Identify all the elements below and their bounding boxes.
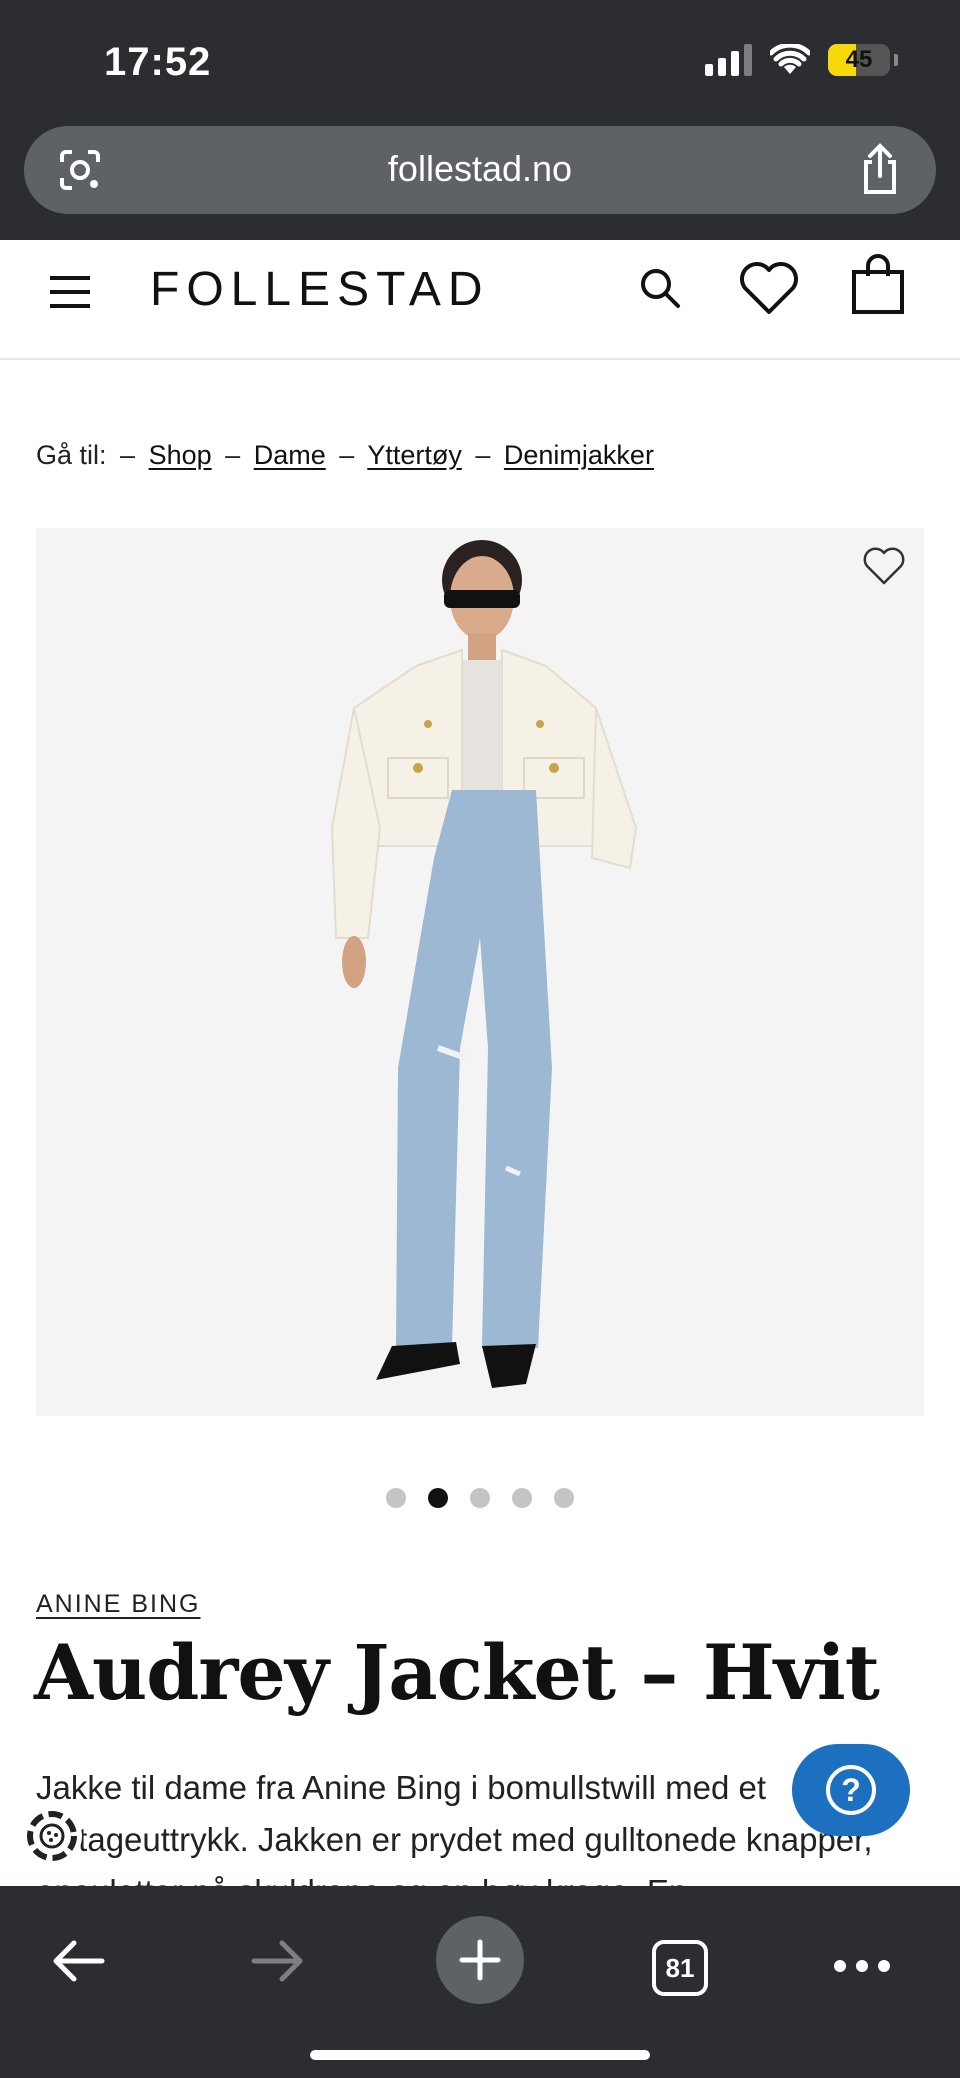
breadcrumb-separator: – <box>475 440 491 470</box>
browser-top-bar: 17:52 45 follestad.no <box>0 0 960 240</box>
breadcrumb-yttertoy[interactable]: Yttertøy <box>367 440 462 470</box>
carousel-dot[interactable] <box>470 1488 490 1508</box>
url-text: follestad.no <box>387 148 573 189</box>
new-tab-button[interactable] <box>436 1916 524 2004</box>
site-header: FOLLESTAD <box>0 240 960 360</box>
home-indicator[interactable] <box>310 2050 650 2060</box>
back-arrow-icon[interactable] <box>48 1936 108 1986</box>
status-icons: 45 <box>705 44 898 76</box>
battery-icon: 45 <box>828 44 890 76</box>
product-photo-model <box>330 540 638 1388</box>
breadcrumb-separator: – <box>225 440 241 470</box>
breadcrumb-separator: – <box>120 440 136 470</box>
breadcrumb-separator: – <box>339 440 355 470</box>
battery-nub <box>894 54 898 66</box>
cookie-settings-icon[interactable] <box>16 1800 88 1872</box>
browser-bottom-toolbar: 81 <box>0 1886 960 2078</box>
battery-percent: 45 <box>845 46 873 73</box>
product-description: Jakke til dame fra Anine Bing i bomullst… <box>36 1769 873 1886</box>
cellular-signal-icon <box>705 44 752 76</box>
carousel-dot[interactable] <box>512 1488 532 1508</box>
breadcrumb-denimjakker[interactable]: Denimjakker <box>504 440 654 470</box>
breadcrumb: Gå til: – Shop – Dame – Yttertøy – Denim… <box>36 440 654 471</box>
address-bar[interactable]: follestad.no <box>24 126 936 214</box>
tab-switcher-button[interactable]: 81 <box>652 1940 708 1996</box>
carousel-pagination <box>0 1488 960 1508</box>
search-icon[interactable] <box>636 264 684 312</box>
carousel-dot[interactable] <box>386 1488 406 1508</box>
plus-icon <box>459 1939 501 1981</box>
breadcrumb-prefix: Gå til: <box>36 440 107 470</box>
hamburger-menu-icon[interactable] <box>48 268 92 312</box>
breadcrumb-dame[interactable]: Dame <box>254 440 326 470</box>
product-title: Audrey Jacket – Hvit <box>34 1628 880 1717</box>
wishlist-heart-icon[interactable] <box>738 260 800 316</box>
share-icon[interactable] <box>854 142 906 196</box>
forward-arrow-icon[interactable] <box>248 1936 308 1986</box>
question-mark-icon: ? <box>826 1765 876 1815</box>
product-brand-link[interactable]: ANINE BING <box>36 1590 200 1619</box>
site-logo[interactable]: FOLLESTAD <box>150 262 490 317</box>
help-chat-button[interactable]: ? <box>792 1744 910 1836</box>
status-time: 17:52 <box>104 40 212 84</box>
carousel-dot-active[interactable] <box>428 1488 448 1508</box>
product-image[interactable] <box>36 528 924 1416</box>
breadcrumb-shop[interactable]: Shop <box>149 440 212 470</box>
more-options-icon[interactable] <box>834 1960 890 1972</box>
carousel-dot[interactable] <box>554 1488 574 1508</box>
wifi-icon <box>770 44 810 74</box>
add-to-wishlist-heart-icon[interactable] <box>862 546 906 586</box>
shopping-bag-icon[interactable] <box>850 254 906 316</box>
